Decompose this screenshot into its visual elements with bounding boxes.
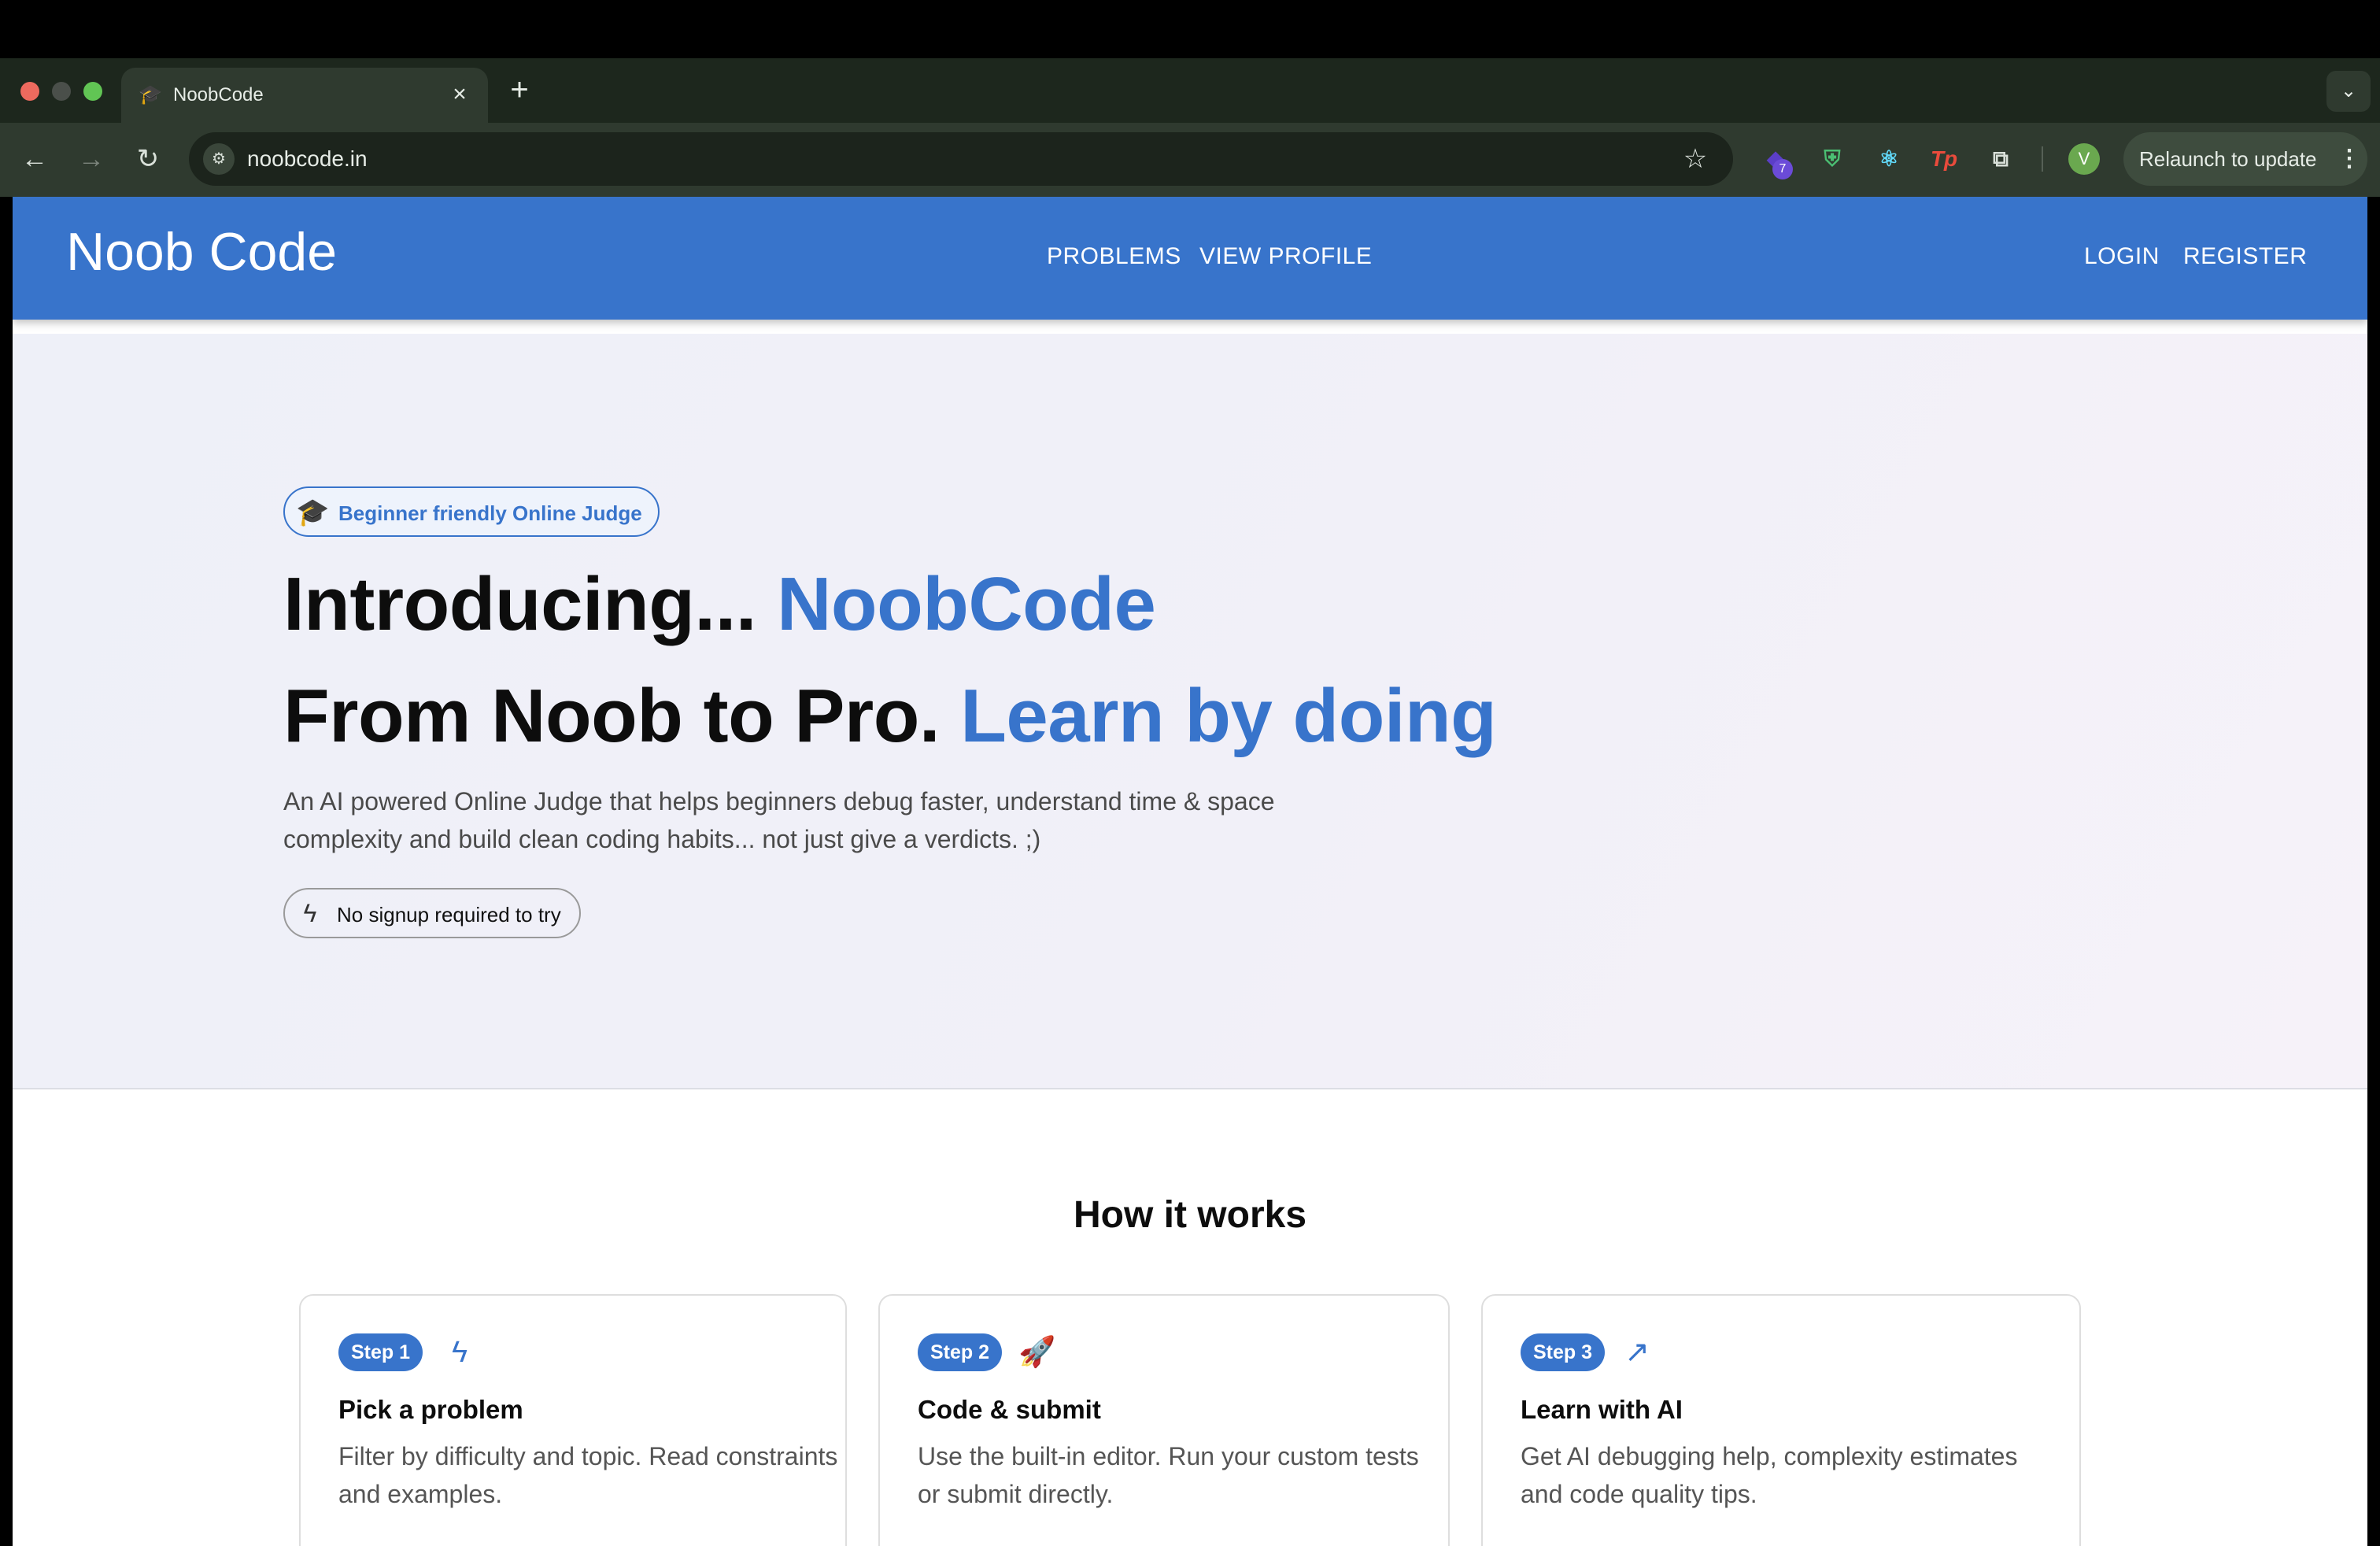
reload-icon[interactable]: ↻ xyxy=(129,140,167,178)
tab-title: NoobCode xyxy=(173,84,264,105)
headline-1-prefix: Introducing... xyxy=(283,562,778,646)
nav-view-profile-link[interactable]: VIEW PROFILE xyxy=(1199,241,1372,272)
headline-2-prefix: From Noob to Pro. xyxy=(283,674,961,758)
mortarboard-icon: 🎓 xyxy=(296,497,330,527)
headline-1-accent: NoobCode xyxy=(777,562,1156,646)
nav-register-link[interactable]: REGISTER xyxy=(2183,241,2307,272)
browser-tab[interactable]: 🎓 NoobCode × xyxy=(121,68,488,123)
menu-bar-strip xyxy=(0,0,2380,58)
close-window-button[interactable] xyxy=(20,82,39,101)
new-tab-button[interactable]: + xyxy=(504,71,535,109)
extensions-puzzle-icon[interactable]: ⧉ xyxy=(1983,142,2018,176)
bolt-icon: ϟ xyxy=(451,1336,468,1369)
hero-headline-2: From Noob to Pro. Learn by doing xyxy=(283,672,1497,760)
step-description: Get AI debugging help, complexity estima… xyxy=(1521,1442,2018,1508)
nav-login-link[interactable]: LOGIN xyxy=(2084,241,2160,272)
site-settings-icon[interactable]: ⚙ xyxy=(203,143,235,175)
hero-headline-1: Introducing... NoobCode xyxy=(283,560,1156,649)
brand-logo[interactable]: Noob Code xyxy=(66,219,337,285)
toolbar-divider xyxy=(2042,146,2043,172)
bolt-icon: ϟ xyxy=(303,899,317,927)
url-text[interactable]: noobcode.in xyxy=(247,146,368,172)
address-bar[interactable]: ⚙ noobcode.in ☆ xyxy=(189,132,1733,186)
step-badge: Step 3 xyxy=(1521,1333,1606,1371)
shield-extension-icon[interactable]: ⛨ xyxy=(1815,142,1850,176)
pill-label: No signup required to try xyxy=(337,903,561,926)
relaunch-label: Relaunch to update xyxy=(2139,147,2317,171)
mortarboard-icon: 🎓 xyxy=(139,84,162,105)
tp-extension-icon[interactable]: Tp xyxy=(1927,142,1961,176)
back-arrow-icon[interactable]: ← xyxy=(16,140,54,178)
how-it-works-title: How it works xyxy=(1073,1194,1307,1236)
close-icon[interactable]: × xyxy=(445,80,474,109)
no-signup-pill: ϟ No signup required to try xyxy=(283,888,581,938)
step-title: Pick a problem xyxy=(338,1395,523,1424)
step-description: Filter by difficulty and topic. Read con… xyxy=(338,1442,838,1508)
beginner-chip: 🎓 Beginner friendly Online Judge xyxy=(283,486,660,537)
relaunch-button[interactable]: Relaunch to update ⋮ xyxy=(2123,132,2367,186)
maximize-window-button[interactable] xyxy=(83,82,102,101)
extension-badge: 7 xyxy=(1772,159,1793,179)
page-viewport: Noob Code PROBLEMS VIEW PROFILE LOGIN RE… xyxy=(13,197,2367,1546)
step-badge: Step 1 xyxy=(338,1333,423,1371)
step-description: Use the built-in editor. Run your custom… xyxy=(918,1442,1419,1508)
step-badge: Step 2 xyxy=(918,1333,1003,1371)
forward-arrow-icon[interactable]: → xyxy=(72,140,110,178)
step-title: Code & submit xyxy=(918,1395,1101,1424)
profile-avatar[interactable]: V xyxy=(2068,143,2100,175)
app-header: Noob Code PROBLEMS VIEW PROFILE LOGIN RE… xyxy=(13,197,2367,320)
step-card-3: Step 3 ↗ Learn with AI Get AI debugging … xyxy=(1481,1294,2081,1546)
minimize-window-button[interactable] xyxy=(52,82,71,101)
rocket-icon: 🚀 xyxy=(1018,1336,1056,1369)
nav-problems-link[interactable]: PROBLEMS xyxy=(1047,241,1181,272)
bookmark-star-icon[interactable]: ☆ xyxy=(1680,143,1711,175)
step-card-2: Step 2 🚀 Code & submit Use the built-in … xyxy=(878,1294,1450,1546)
hero-section: 🎓 Beginner friendly Online Judge Introdu… xyxy=(13,334,2367,1089)
headline-2-accent: Learn by doing xyxy=(960,674,1497,758)
step-card-1: Step 1 ϟ Pick a problem Filter by diffic… xyxy=(299,1294,847,1546)
react-devtools-icon[interactable]: ⚛ xyxy=(1872,142,1906,176)
tab-search-button[interactable]: ⌄ xyxy=(2326,71,2371,112)
step-title: Learn with AI xyxy=(1521,1395,1683,1424)
trending-icon: ↗ xyxy=(1624,1336,1650,1369)
hero-tagline: An AI powered Online Judge that helps be… xyxy=(283,787,1275,853)
chip-label: Beginner friendly Online Judge xyxy=(338,501,642,525)
kebab-menu-icon[interactable]: ⋮ xyxy=(2338,143,2361,175)
